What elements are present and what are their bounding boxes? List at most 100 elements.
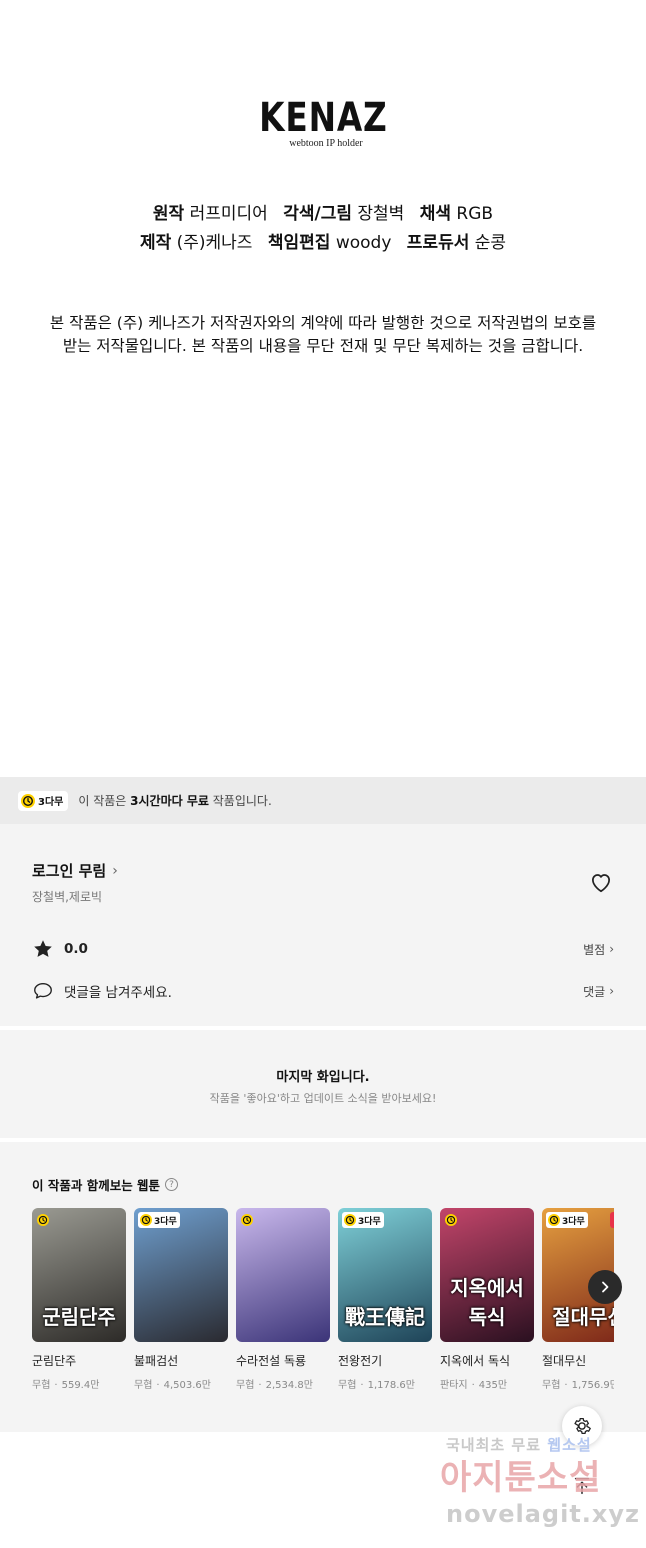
credit-label: 채색 — [419, 204, 452, 224]
comments-link-label: 댓글 — [583, 984, 606, 999]
watermark-line-2: 아지툰소설 — [440, 1458, 602, 1498]
card-meta: 무협 · 559.4만 — [32, 1376, 126, 1391]
like-button[interactable] — [588, 869, 614, 895]
rating-value: 0.0 — [64, 941, 88, 957]
recommend-card[interactable]: 지옥에서 독식 지옥에서 독식 판타지 · 435만 — [440, 1208, 534, 1391]
badge-label: 3다무 — [154, 1216, 177, 1227]
credit-label: 제작 — [139, 233, 172, 253]
meta-separator: · — [156, 1380, 160, 1391]
credit-label: 프로듀서 — [406, 233, 470, 253]
banner-text-bold: 3시간마다 무료 — [130, 794, 209, 808]
wait-free-badge: 3다무 — [18, 790, 69, 811]
notice-line-2: 받는 저작물입니다. 본 작품의 내용을 무단 전재 및 무단 복제하는 것을 … — [62, 337, 584, 355]
card-title: 수라전설 독룡 — [236, 1354, 307, 1368]
badge-label: 3다무 — [38, 797, 64, 808]
recommend-card[interactable]: 3다무 戰王傳記 전왕전기무협 · 1,178.6만 — [338, 1208, 432, 1391]
card-genre: 무협 — [236, 1380, 255, 1391]
clock-icon — [140, 1214, 152, 1226]
notice-line-1: 본 작품은 (주) 케나즈가 저작권자와의 계약에 따라 발행한 것으로 저작권… — [49, 314, 597, 332]
carousel-next-button[interactable] — [588, 1270, 622, 1304]
banner-text: 이 작품은 3시간마다 무료 작품입니다. — [78, 792, 271, 809]
clock-icon — [548, 1214, 560, 1226]
copyright-notice: 본 작품은 (주) 케나즈가 저작권자와의 계약에 따라 발행한 것으로 저작권… — [20, 312, 626, 358]
wait-free-badge — [240, 1212, 256, 1228]
rating-link-label: 별점 — [583, 942, 606, 957]
wait-free-badge: 3다무 — [546, 1212, 588, 1228]
chevron-right-icon: › — [609, 984, 614, 998]
work-title: 로그인 무림 — [32, 862, 107, 880]
credit-label: 원작 — [152, 204, 185, 224]
clock-icon — [445, 1214, 457, 1226]
rating-link[interactable]: 별점 › — [583, 941, 614, 958]
badge-label: 3다무 — [358, 1216, 381, 1227]
card-views: 1,178.6만 — [367, 1380, 415, 1391]
cover-title-art: 군림단주 — [42, 1305, 116, 1329]
wait-free-badge: 3다무 — [138, 1212, 180, 1228]
clock-icon — [37, 1214, 49, 1226]
card-genre: 무협 — [338, 1380, 357, 1391]
cover-thumbnail — [236, 1208, 330, 1342]
card-title: 지옥에서 독식 — [440, 1354, 511, 1368]
credits-page: KENAZ webtoon IP holder 원작 러프미디어 각색/그림 장… — [0, 0, 646, 777]
wait-free-badge: 3다무 — [342, 1212, 384, 1228]
meta-separator: · — [54, 1380, 58, 1391]
update-badge: UP — [610, 1212, 614, 1228]
work-authors: 장철벽,제로빅 — [32, 890, 103, 904]
cover-title-art: 지옥에서 독식 — [450, 1276, 524, 1329]
card-title: 불패검선 — [134, 1354, 179, 1368]
card-genre: 무협 — [134, 1380, 153, 1391]
last-episode-subtitle: 작품을 '좋아요'하고 업데이트 소식을 받아보세요! — [209, 1092, 437, 1105]
cover-thumbnail: 군림단주 — [32, 1208, 126, 1342]
cover-title-art: 戰王傳記 — [345, 1305, 425, 1329]
card-meta: 무협 · 4,503.6만 — [134, 1376, 228, 1391]
recommend-card[interactable]: 수라전설 독룡 무협 · 2,534.8만 — [236, 1208, 330, 1391]
watermark-line-3: novelagit.xyz — [446, 1500, 641, 1528]
speech-bubble-icon — [34, 982, 52, 999]
work-title-link[interactable]: 로그인 무림 › — [32, 860, 118, 881]
recommend-card[interactable]: 군림단주 군림단주 무협 · 559.4만 — [32, 1208, 126, 1391]
credit-label: 각색/그림 — [283, 204, 352, 224]
credit-value: 순콩 — [474, 233, 507, 253]
badge-label: 3다무 — [562, 1216, 585, 1227]
credit-value: woody — [335, 233, 392, 253]
help-icon[interactable]: ? — [165, 1178, 179, 1191]
meta-separator: · — [258, 1380, 262, 1391]
comment-row: 댓글을 남겨주세요. 댓글 › — [32, 980, 614, 1002]
credit-label: 책임편집 — [267, 233, 331, 253]
card-title: 전왕전기 — [338, 1354, 383, 1368]
credit-value: RGB — [456, 204, 494, 224]
comment-input[interactable]: 댓글을 남겨주세요. — [32, 980, 172, 1002]
heart-outline-icon — [592, 874, 610, 893]
card-views: 1,756.9만 — [571, 1380, 614, 1391]
recommend-section-title: 이 작품과 함께보는 웹툰 ? — [32, 1175, 179, 1194]
credit-value: 러프미디어 — [189, 204, 268, 224]
meta-separator: · — [564, 1380, 568, 1391]
star-icon — [34, 940, 52, 957]
free-every-3-hours-banner: 3다무 이 작품은 3시간마다 무료 작품입니다. — [0, 777, 646, 824]
card-genre: 무협 — [32, 1380, 51, 1391]
card-meta: 판타지 · 435만 — [440, 1376, 534, 1391]
banner-text-suffix: 작품입니다. — [208, 794, 272, 808]
card-views: 435만 — [478, 1380, 508, 1391]
chevron-right-icon: › — [112, 862, 118, 879]
clock-icon — [21, 793, 35, 808]
kenaz-logo: KENAZ webtoon IP holder — [0, 96, 646, 149]
comments-link[interactable]: 댓글 › — [583, 983, 614, 1000]
clock-icon — [344, 1214, 356, 1226]
section-divider — [0, 1138, 646, 1142]
chevron-right-icon: › — [609, 942, 614, 956]
recommend-card[interactable]: 3다무불패검선무협 · 4,503.6만 — [134, 1208, 228, 1391]
banner-text-prefix: 이 작품은 — [78, 794, 131, 808]
meta-separator: · — [360, 1380, 364, 1391]
card-genre: 판타지 — [440, 1380, 468, 1391]
recommend-carousel: 군림단주 군림단주 무협 · 559.4만 3다무 불패검선 무협 · 4,503.6만 수라전설 … — [32, 1208, 614, 1398]
cover-thumbnail: 3다무 戰王傳記 — [338, 1208, 432, 1342]
wait-free-badge — [36, 1212, 52, 1228]
card-views: 559.4만 — [61, 1380, 100, 1391]
credit-line-2: 제작 (주)케나즈 책임편집 woody 프로듀서 순콩 — [0, 229, 646, 258]
card-views: 4,503.6만 — [163, 1380, 211, 1391]
site-watermark: 국내최초 무료 웹소설 아지툰소설 novelagit.xyz — [420, 1434, 640, 1534]
recommend-title: 이 작품과 함께보는 웹툰 — [32, 1178, 161, 1193]
section-divider — [0, 1026, 646, 1030]
card-title: 군림단주 — [32, 1354, 77, 1368]
